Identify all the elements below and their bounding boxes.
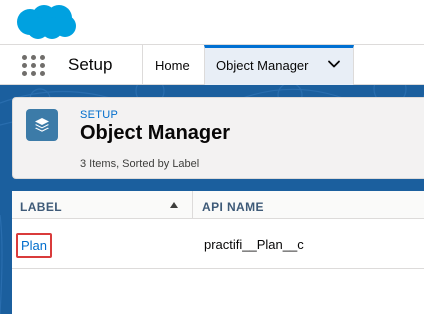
table-row: Plan practifi__Plan__c <box>12 219 424 269</box>
object-label-link[interactable]: Plan <box>16 233 53 258</box>
object-manager-header: SETUP Object Manager 3 Items, Sorted by … <box>12 97 424 179</box>
chevron-down-icon[interactable] <box>327 57 341 71</box>
column-divider[interactable] <box>192 191 193 219</box>
tab-home-label: Home <box>155 57 190 73</box>
tab-home[interactable]: Home <box>142 45 204 85</box>
page-title: Object Manager <box>80 122 231 144</box>
salesforce-cloud-icon[interactable] <box>14 4 78 40</box>
app-name: Setup <box>68 55 113 74</box>
object-list: LABEL API NAME Plan practifi__Plan__c <box>12 191 424 321</box>
global-nav-bar: Setup Home Object Manager <box>0 44 424 85</box>
column-header-label[interactable]: LABEL <box>20 200 62 214</box>
list-meta-info: 3 Items, Sorted by Label <box>80 158 200 170</box>
stacked-layers-icon <box>26 109 58 141</box>
brand-bar <box>0 0 424 44</box>
object-api-name: practifi__Plan__c <box>204 237 304 252</box>
column-header-api-name[interactable]: API NAME <box>202 200 264 214</box>
tab-object-manager-label: Object Manager <box>216 57 309 73</box>
sort-ascending-icon[interactable] <box>170 202 178 208</box>
breadcrumb-setup[interactable]: SETUP <box>80 109 118 121</box>
app-launcher-waffle-icon[interactable] <box>22 55 46 77</box>
table-header: LABEL API NAME <box>12 191 424 219</box>
tab-object-manager[interactable]: Object Manager <box>204 45 354 85</box>
